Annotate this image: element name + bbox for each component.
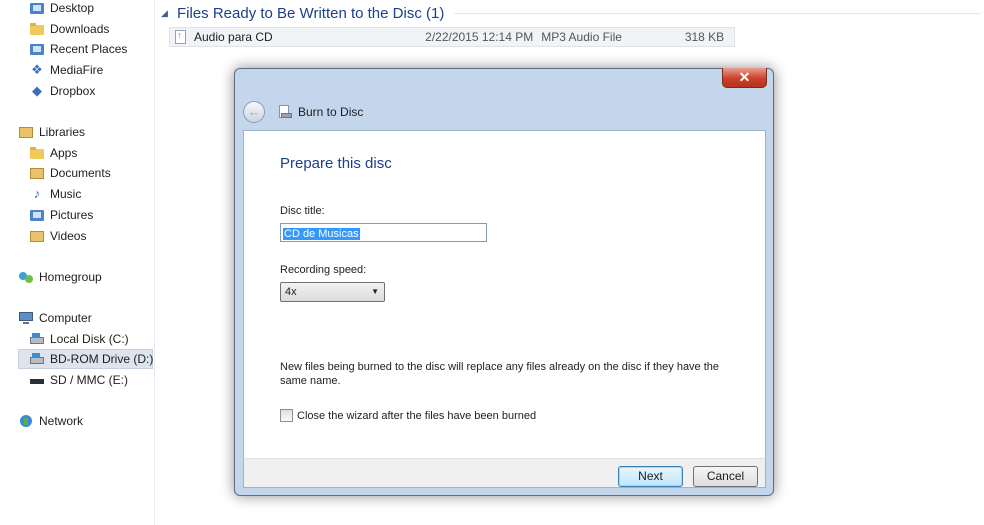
dialog-title: Burn to Disc [298,105,364,119]
overwrite-note: New files being burned to the disc will … [280,361,720,387]
page-heading: Prepare this disc [280,155,392,172]
recording-speed-value: 4x [285,286,297,298]
close-wizard-option[interactable]: Close the wizard after the files have be… [280,409,536,422]
file-name: Audio para CD [194,30,273,44]
nav-item-computer[interactable]: Computer [18,308,92,328]
back-arrow-icon[interactable]: ← [243,101,265,123]
cancel-button[interactable]: Cancel [693,466,758,487]
chevron-down-icon[interactable]: ◢ [161,8,173,19]
file-row[interactable]: Audio para CD 2/22/2015 12:14 PM MP3 Aud… [169,27,735,47]
close-wizard-checkbox[interactable] [280,409,293,422]
nav-item-bd-rom-drive[interactable]: BD-ROM Drive (D:) [18,349,153,369]
dialog-titlebar: ← Burn to Disc [243,99,363,125]
music-icon: ♪ [33,186,41,201]
file-group-title: Files Ready to Be Written to the Disc (1… [177,4,445,22]
disc-title-input[interactable]: CD de Musicas [280,223,487,242]
file-type: MP3 Audio File [541,30,622,44]
group-divider [454,12,981,14]
apps-folder-icon [29,145,45,161]
dialog-body: Prepare this disc Disc title: CD de Musi… [243,130,766,459]
nav-item-label: Computer [39,311,92,325]
nav-item-label: Downloads [50,22,110,36]
nav-item-homegroup[interactable]: Homegroup [18,267,102,287]
nav-item-label: Libraries [39,125,86,139]
bd-rom-drive-icon [29,351,45,367]
burn-disc-icon [277,104,293,120]
file-date: 2/22/2015 12:14 PM [425,30,534,44]
file-size: 318 KB [684,30,725,44]
navigation-pane: Desktop Downloads Recent Places ❖ MediaF… [0,0,155,525]
nav-item-label: Network [39,414,84,428]
nav-item-libraries[interactable]: Libraries [18,122,85,142]
close-wizard-label: Close the wizard after the files have be… [297,409,537,422]
nav-item-label: Documents [50,166,111,180]
disc-title-value: CD de Musicas [283,228,360,240]
dropdown-arrow-icon: ▼ [371,287,379,296]
local-disk-icon [29,331,45,347]
file-group-header[interactable]: ◢ Files Ready to Be Written to the Disc … [161,2,981,24]
nav-item-label: Local Disk (C:) [50,332,129,346]
homegroup-icon [18,269,34,285]
sd-card-icon [29,372,45,388]
nav-item-label: Recent Places [50,42,128,56]
close-button[interactable]: ✕ [722,68,767,88]
nav-item-documents[interactable]: Documents [29,163,111,183]
nav-item-music[interactable]: ♪ Music [29,184,82,204]
disc-title-label: Disc title: [280,205,325,217]
audio-file-icon [174,29,188,45]
nav-item-recent-places[interactable]: Recent Places [29,39,127,59]
nav-item-mediafire[interactable]: ❖ MediaFire [29,60,103,80]
desktop-folder-icon [29,0,45,16]
nav-item-label: MediaFire [50,63,104,77]
videos-icon [29,228,45,244]
recent-places-icon [29,41,45,57]
nav-item-videos[interactable]: Videos [29,226,86,246]
nav-item-network[interactable]: Network [18,411,83,431]
nav-item-dropbox[interactable]: ◆ Dropbox [29,81,95,101]
network-icon [18,413,34,429]
recording-speed-label: Recording speed: [280,264,367,276]
burn-to-disc-dialog: ✕ ← Burn to Disc Prepare this disc Disc … [234,68,774,496]
nav-item-label: Music [50,187,82,201]
nav-item-label: Videos [50,229,87,243]
dropbox-icon: ◆ [32,83,42,98]
nav-item-pictures[interactable]: Pictures [29,205,93,225]
libraries-icon [18,124,34,140]
computer-icon [18,310,34,326]
pictures-icon [29,207,45,223]
recording-speed-select[interactable]: 4x ▼ [280,282,385,302]
nav-item-label: Dropbox [50,84,96,98]
nav-item-desktop[interactable]: Desktop [29,0,94,18]
nav-item-label: BD-ROM Drive (D:) [50,352,154,366]
nav-item-label: SD / MMC (E:) [50,373,128,387]
nav-item-apps[interactable]: Apps [29,143,77,163]
nav-item-label: Desktop [50,1,95,15]
nav-item-label: Apps [50,146,78,160]
documents-icon [29,165,45,181]
dialog-footer: Next Cancel [243,458,766,488]
downloads-folder-icon [29,21,45,37]
nav-item-downloads[interactable]: Downloads [29,19,109,39]
nav-item-label: Homegroup [39,270,102,284]
next-button[interactable]: Next [618,466,683,487]
mediafire-icon: ❖ [31,62,43,77]
nav-item-sd-mmc[interactable]: SD / MMC (E:) [29,370,128,390]
nav-item-label: Pictures [50,208,94,222]
nav-item-local-disk[interactable]: Local Disk (C:) [29,329,129,349]
